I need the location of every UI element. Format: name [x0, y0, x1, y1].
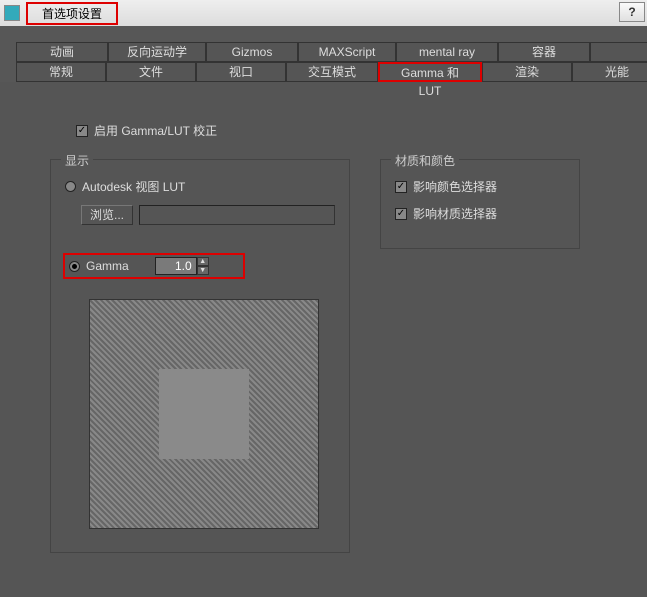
affect-color-label: 影响颜色选择器: [413, 178, 497, 195]
checkbox-icon[interactable]: ✓: [395, 208, 407, 220]
radio-icon[interactable]: [69, 261, 80, 272]
gamma-value-input[interactable]: 1.0: [155, 257, 197, 275]
gamma-preview: [89, 299, 319, 529]
gamma-spinner[interactable]: 1.0 ▲ ▼: [155, 257, 209, 275]
material-group: 材质和颜色 ✓ 影响颜色选择器 ✓ 影响材质选择器: [380, 159, 580, 249]
tab-radiosity[interactable]: 光能: [572, 62, 647, 82]
radio-gamma-label: Gamma: [86, 259, 129, 273]
checkbox-icon[interactable]: ✓: [76, 125, 88, 137]
spacer: [0, 26, 647, 42]
radio-lut-label: Autodesk 视图 LUT: [82, 178, 185, 195]
tab-gamma-lut[interactable]: Gamma 和 LUT: [378, 62, 482, 82]
tab-row-2: 常规 文件 视口 交互模式 Gamma 和 LUT 渲染 光能: [0, 62, 647, 82]
title-bar: 首选项设置 ?: [0, 0, 647, 26]
lut-path-input[interactable]: [139, 205, 335, 225]
tab-interaction[interactable]: 交互模式: [286, 62, 378, 82]
chevron-down-icon[interactable]: ▼: [197, 266, 209, 275]
tab-container[interactable]: 容器: [498, 42, 590, 62]
enable-label: 启用 Gamma/LUT 校正: [94, 122, 217, 139]
tab-viewport[interactable]: 视口: [196, 62, 286, 82]
tab-extra[interactable]: [590, 42, 647, 62]
radio-gamma-row[interactable]: Gamma 1.0 ▲ ▼: [63, 253, 245, 279]
tab-ik[interactable]: 反向运动学: [108, 42, 206, 62]
display-group-title: 显示: [61, 152, 93, 169]
content-pane: ✓ 启用 Gamma/LUT 校正 显示 Autodesk 视图 LUT 浏览.…: [0, 82, 647, 561]
spinner-buttons: ▲ ▼: [197, 257, 209, 275]
tab-file[interactable]: 文件: [106, 62, 196, 82]
tab-animation[interactable]: 动画: [16, 42, 108, 62]
panels-row: 显示 Autodesk 视图 LUT 浏览... Gamma 1.0 ▲ ▼: [50, 159, 639, 553]
window-title: 首选项设置: [26, 2, 118, 25]
tab-mentalray[interactable]: mental ray: [396, 42, 498, 62]
help-button[interactable]: ?: [619, 2, 645, 22]
tab-general[interactable]: 常规: [16, 62, 106, 82]
app-icon: [4, 5, 20, 21]
tab-row-1: 动画 反向运动学 Gizmos MAXScript mental ray 容器: [0, 42, 647, 62]
tab-render[interactable]: 渲染: [482, 62, 572, 82]
enable-gamma-row[interactable]: ✓ 启用 Gamma/LUT 校正: [76, 122, 639, 139]
tab-gizmos[interactable]: Gizmos: [206, 42, 298, 62]
affect-material-row[interactable]: ✓ 影响材质选择器: [395, 205, 565, 222]
affect-color-row[interactable]: ✓ 影响颜色选择器: [395, 178, 565, 195]
radio-icon[interactable]: [65, 181, 76, 192]
tab-maxscript[interactable]: MAXScript: [298, 42, 396, 62]
gamma-preview-swatch: [159, 369, 249, 459]
browse-row: 浏览...: [81, 205, 335, 225]
checkbox-icon[interactable]: ✓: [395, 181, 407, 193]
material-group-title: 材质和颜色: [391, 152, 459, 169]
chevron-up-icon[interactable]: ▲: [197, 257, 209, 266]
affect-material-label: 影响材质选择器: [413, 205, 497, 222]
display-group: 显示 Autodesk 视图 LUT 浏览... Gamma 1.0 ▲ ▼: [50, 159, 350, 553]
browse-button[interactable]: 浏览...: [81, 205, 133, 225]
radio-lut-row[interactable]: Autodesk 视图 LUT: [65, 178, 335, 195]
